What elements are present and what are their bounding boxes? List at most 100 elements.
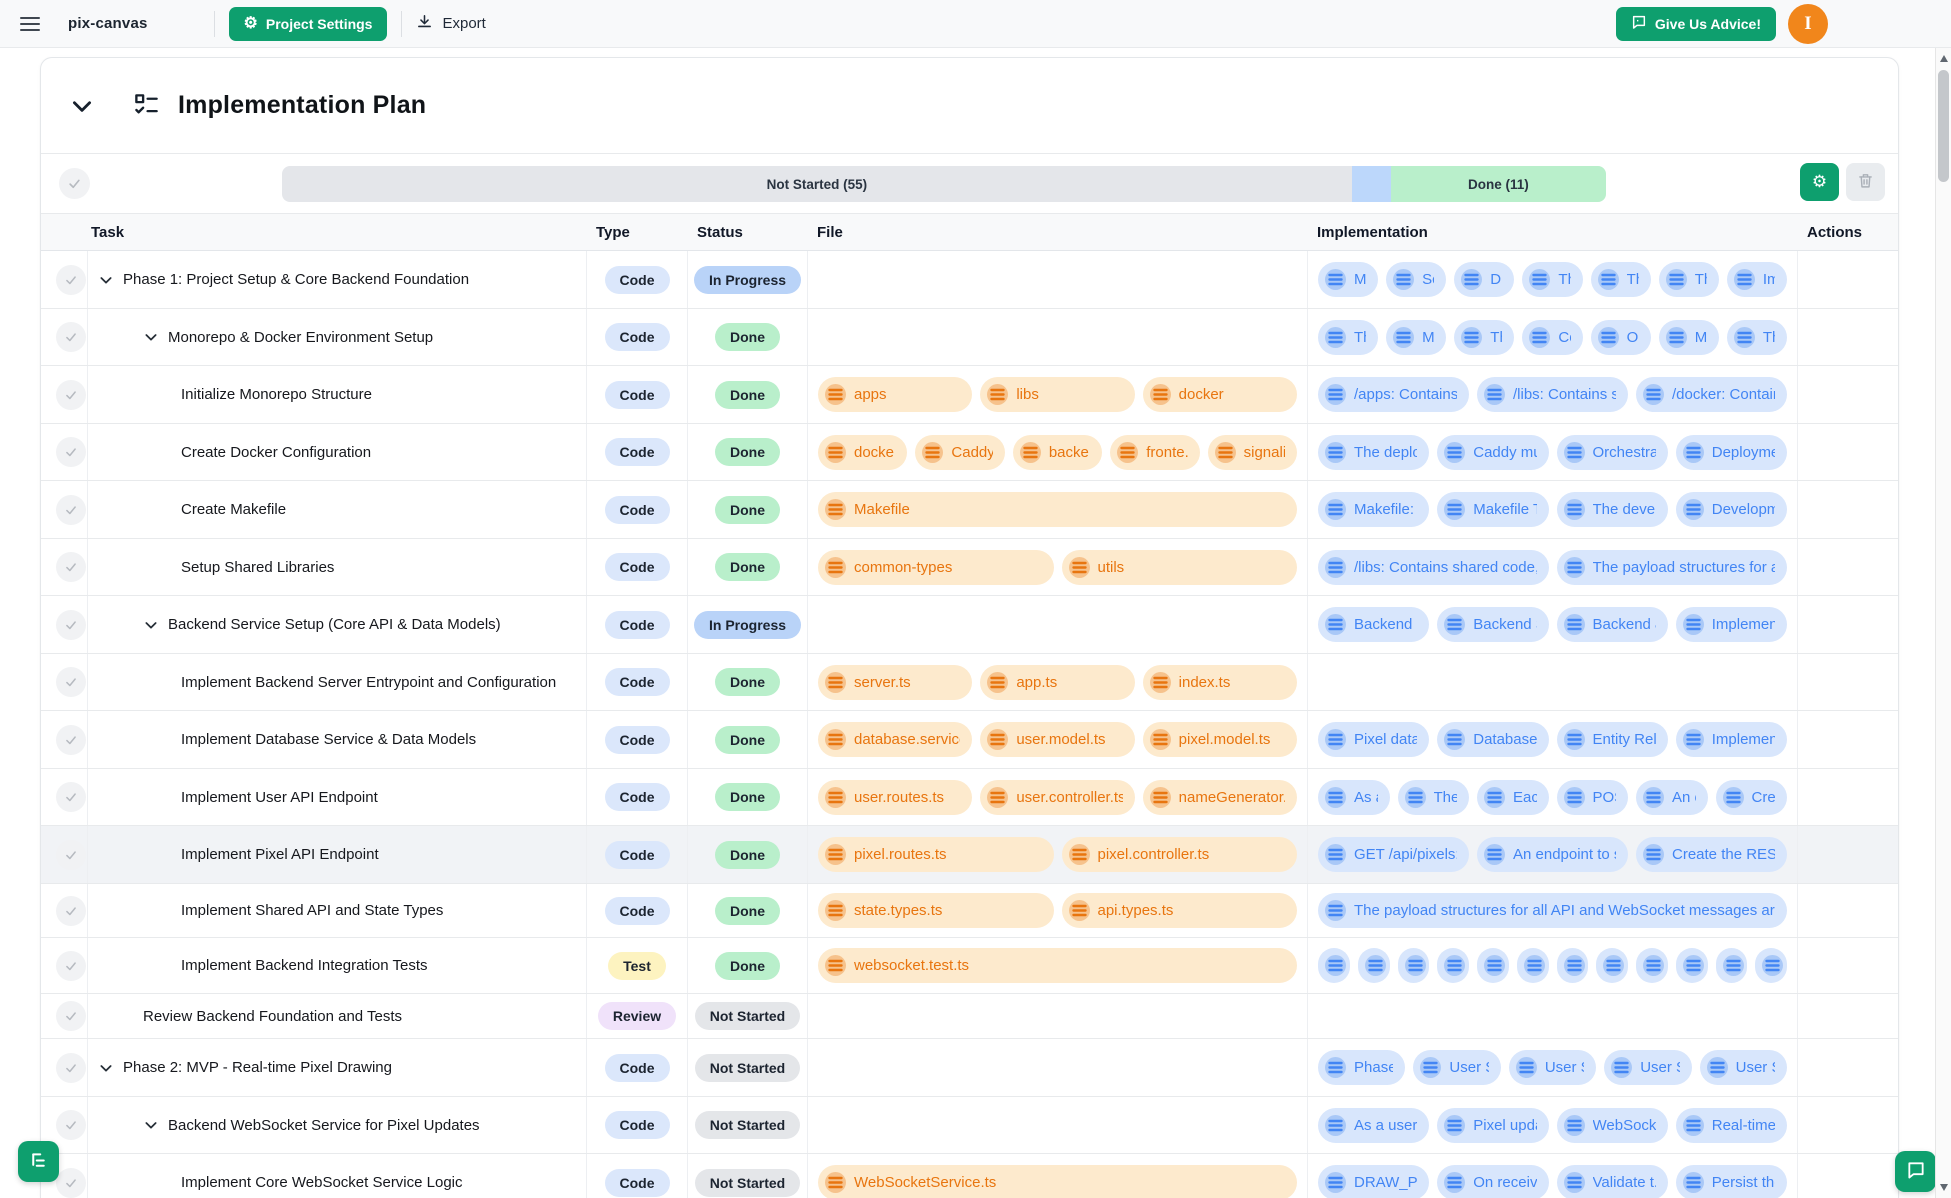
table-row[interactable]: Setup Shared LibrariesCodeDonecommon-typ…	[41, 539, 1898, 596]
implementation-badge[interactable]: Sc...	[1386, 262, 1446, 297]
status-badge[interactable]: Not Started	[695, 1054, 800, 1082]
chat-button[interactable]	[1895, 1151, 1936, 1192]
row-check[interactable]	[56, 667, 86, 697]
table-row[interactable]: Implement User API EndpointCodeDoneuser.…	[41, 769, 1898, 826]
type-badge[interactable]: Code	[605, 726, 670, 754]
implementation-badge[interactable]: Makefile: ...	[1318, 492, 1429, 527]
table-row[interactable]: Monorepo & Docker Environment SetupCodeD…	[41, 309, 1898, 366]
implementation-badge[interactable]: Th...	[1727, 320, 1787, 355]
status-badge[interactable]: In Progress	[694, 611, 801, 639]
status-badge[interactable]: Done	[715, 952, 780, 980]
row-check[interactable]	[56, 552, 86, 582]
status-badge[interactable]: Not Started	[695, 1002, 800, 1030]
expand-chevron-icon[interactable]	[98, 272, 114, 288]
type-badge[interactable]: Code	[605, 323, 670, 351]
implementation-badge[interactable]: Phase ...	[1318, 1050, 1405, 1085]
expand-chevron-icon[interactable]	[143, 1117, 159, 1133]
file-badge[interactable]: api.types.ts	[1062, 893, 1298, 928]
table-row[interactable]: Implement Shared API and State TypesCode…	[41, 884, 1898, 938]
implementation-badge[interactable]: Real-time ...	[1676, 1108, 1787, 1143]
implementation-badge[interactable]: T	[1477, 948, 1509, 983]
implementation-badge[interactable]: D...	[1454, 262, 1514, 297]
file-badge[interactable]: Makefile	[818, 492, 1297, 527]
row-check[interactable]	[56, 1110, 86, 1140]
type-badge[interactable]: Code	[605, 496, 670, 524]
implementation-badge[interactable]: The payload structures for all...	[1557, 550, 1788, 585]
type-badge[interactable]: Code	[605, 381, 670, 409]
row-check[interactable]	[56, 1168, 86, 1198]
scroll-up-arrow[interactable]	[1940, 55, 1948, 62]
implementation-badge[interactable]: Th...	[1659, 262, 1719, 297]
implementation-badge[interactable]: Validate t...	[1557, 1165, 1668, 1198]
row-check[interactable]	[56, 322, 86, 352]
implementation-badge[interactable]: E	[1517, 948, 1549, 983]
give-us-advice-button[interactable]: Give Us Advice!	[1616, 7, 1776, 41]
implementation-badge[interactable]: M...	[1659, 320, 1719, 355]
status-badge[interactable]: Not Started	[695, 1169, 800, 1197]
implementation-badge[interactable]: On receivi...	[1437, 1165, 1548, 1198]
status-badge[interactable]: Done	[715, 496, 780, 524]
type-badge[interactable]: Test	[608, 952, 666, 980]
type-badge[interactable]: Code	[605, 897, 670, 925]
implementation-badge[interactable]: F	[1557, 948, 1589, 983]
implementation-badge[interactable]: The ...	[1398, 780, 1470, 815]
table-row[interactable]: Create MakefileCodeDoneMakefileMakefile:…	[41, 481, 1898, 539]
file-badge[interactable]: apps	[818, 377, 972, 412]
table-row[interactable]: Implement Database Service & Data Models…	[41, 711, 1898, 769]
type-badge[interactable]: Code	[605, 266, 670, 294]
type-badge[interactable]: Code	[605, 668, 670, 696]
project-settings-button[interactable]: ⚙ Project Settings	[229, 7, 388, 41]
implementation-badge[interactable]: T	[1676, 948, 1708, 983]
status-badge[interactable]: Done	[715, 323, 780, 351]
implementation-badge[interactable]: Im...	[1727, 262, 1787, 297]
status-badge[interactable]: Done	[715, 438, 780, 466]
table-row[interactable]: Implement Pixel API EndpointCodeDonepixe…	[41, 826, 1898, 884]
implementation-badge[interactable]: /libs: Contains sh...	[1477, 377, 1628, 412]
implementation-badge[interactable]: F	[1596, 948, 1628, 983]
type-badge[interactable]: Code	[605, 438, 670, 466]
expand-chevron-icon[interactable]	[98, 1060, 114, 1076]
table-row[interactable]: Phase 1: Project Setup & Core Backend Fo…	[41, 251, 1898, 309]
implementation-badge[interactable]: A	[1398, 948, 1430, 983]
implementation-badge[interactable]: Backend S...	[1437, 607, 1548, 642]
implementation-badge[interactable]: A	[1318, 948, 1350, 983]
table-row[interactable]: Implement Backend Integration TestsTestD…	[41, 938, 1898, 994]
row-check[interactable]	[56, 951, 86, 981]
implementation-badge[interactable]: Create the REST ...	[1636, 837, 1787, 872]
expand-chevron-icon[interactable]	[143, 617, 159, 633]
file-badge[interactable]: docker...	[818, 435, 907, 470]
table-row[interactable]: Backend Service Setup (Core API & Data M…	[41, 596, 1898, 654]
table-row[interactable]: Phase 2: MVP - Real-time Pixel DrawingCo…	[41, 1039, 1898, 1097]
file-badge[interactable]: pixel.controller.ts	[1062, 837, 1298, 872]
implementation-badge[interactable]: A	[1358, 948, 1390, 983]
implementation-badge[interactable]: Co...	[1522, 320, 1582, 355]
type-badge[interactable]: Code	[605, 783, 670, 811]
toggle-plan-panel-button[interactable]	[18, 1141, 59, 1182]
row-check[interactable]	[56, 265, 86, 295]
hamburger-menu-icon[interactable]	[20, 17, 40, 31]
implementation-badge[interactable]: Backend S...	[1318, 607, 1429, 642]
implementation-badge[interactable]: User S...	[1413, 1050, 1500, 1085]
file-badge[interactable]: index.ts	[1143, 665, 1297, 700]
implementation-badge[interactable]: An endpoint to s...	[1477, 837, 1628, 872]
settings-button[interactable]: ⚙	[1800, 163, 1839, 201]
status-badge[interactable]: In Progress	[694, 266, 801, 294]
implementation-badge[interactable]: Implemen...	[1676, 722, 1787, 757]
implementation-badge[interactable]: The payload structures for all API and W…	[1318, 893, 1787, 928]
implementation-badge[interactable]: E	[1755, 948, 1787, 983]
file-badge[interactable]: pixel.model.ts	[1143, 722, 1297, 757]
row-check[interactable]	[56, 610, 86, 640]
file-badge[interactable]: state.types.ts	[818, 893, 1054, 928]
table-row[interactable]: Initialize Monorepo StructureCodeDoneapp…	[41, 366, 1898, 424]
scrollbar-thumb[interactable]	[1938, 70, 1949, 182]
implementation-badge[interactable]: User S...	[1700, 1050, 1787, 1085]
implementation-badge[interactable]: User S...	[1509, 1050, 1596, 1085]
implementation-badge[interactable]: Implemen...	[1676, 607, 1787, 642]
implementation-badge[interactable]: GET /api/pixels: ...	[1318, 837, 1469, 872]
implementation-badge[interactable]: Pixel data ...	[1318, 722, 1429, 757]
implementation-badge[interactable]: As a...	[1318, 780, 1390, 815]
implementation-badge[interactable]: Persist the...	[1676, 1165, 1787, 1198]
row-check[interactable]	[56, 380, 86, 410]
implementation-badge[interactable]: POS...	[1557, 780, 1629, 815]
implementation-badge[interactable]: An e...	[1636, 780, 1708, 815]
